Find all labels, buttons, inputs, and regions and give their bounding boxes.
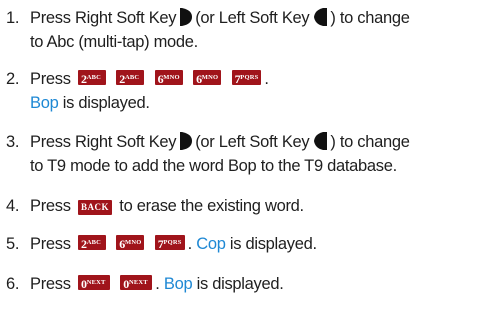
key-6-mno: 6MNO [154,70,183,86]
step-text: Press Right Soft Key [30,9,177,27]
step-number: 2. [6,70,20,88]
step-text: ) to change [330,133,410,151]
step-text-line2: to Abc (multi-tap) mode. [30,33,198,51]
step-number: 5. [6,235,20,253]
key-0-next: 0NEXT [120,275,153,291]
display-word: Bop [30,94,59,112]
step-text: is displayed. [196,275,284,293]
display-word: Bop [163,275,193,293]
key-2-abc: 2ABC [77,235,106,251]
step-text: is displayed. [229,235,317,253]
step-2: 2. Press 2ABC 2ABC 6MNO 6MNO 7PQRS. Bop i… [6,67,474,115]
key-2-abc: 2ABC [116,70,145,86]
key-7-pqrs: 7PQRS [154,235,185,251]
step-text: Press Right Soft Key [30,133,177,151]
step-text: (or Left Soft Key [195,9,310,27]
manual-page: 1. Press Right Soft Key (or Left Soft Key)… [0,0,478,322]
step-number: 3. [6,133,20,151]
left-soft-key-icon [314,132,328,150]
step-text: . [187,235,193,253]
step-text: ) to change [330,9,410,27]
step-text: . [155,275,160,293]
right-soft-key-icon [180,132,193,150]
key-0-next: 0NEXT [77,275,110,291]
step-text: Press [30,197,71,215]
key-6-mno: 6MNO [193,70,222,86]
key-back: BACK [77,200,112,215]
step-text: Press [30,235,71,253]
step-1: 1. Press Right Soft Key (or Left Soft Key)… [6,6,474,54]
step-text: . [264,70,269,88]
step-text: (or Left Soft Key [195,133,310,151]
step-6: 6. Press 0NEXT 0NEXT. Bop is displayed. [6,272,474,296]
step-text-line2: Bop is displayed. [30,94,150,112]
step-4: 4. Press BACK to erase the existing word. [6,194,474,218]
step-5: 5. Press 2ABC 6MNO 7PQRS. Cop is displaye… [6,232,474,256]
step-3: 3. Press Right Soft Key (or Left Soft Key)… [6,130,474,178]
right-soft-key-icon [180,8,193,26]
display-word: Cop [196,235,226,253]
step-number: 1. [6,9,20,27]
step-text: Press [30,70,71,88]
key-6-mno: 6MNO [116,235,145,251]
step-text: Press [30,275,71,293]
step-text-line2: to T9 mode to add the word Bop to the T9… [30,157,397,175]
step-number: 4. [6,197,20,215]
step-text: to erase the existing word. [119,197,304,215]
left-soft-key-icon [314,8,328,26]
key-7-pqrs: 7PQRS [231,70,262,86]
key-2-abc: 2ABC [77,70,106,86]
step-number: 6. [6,275,20,293]
